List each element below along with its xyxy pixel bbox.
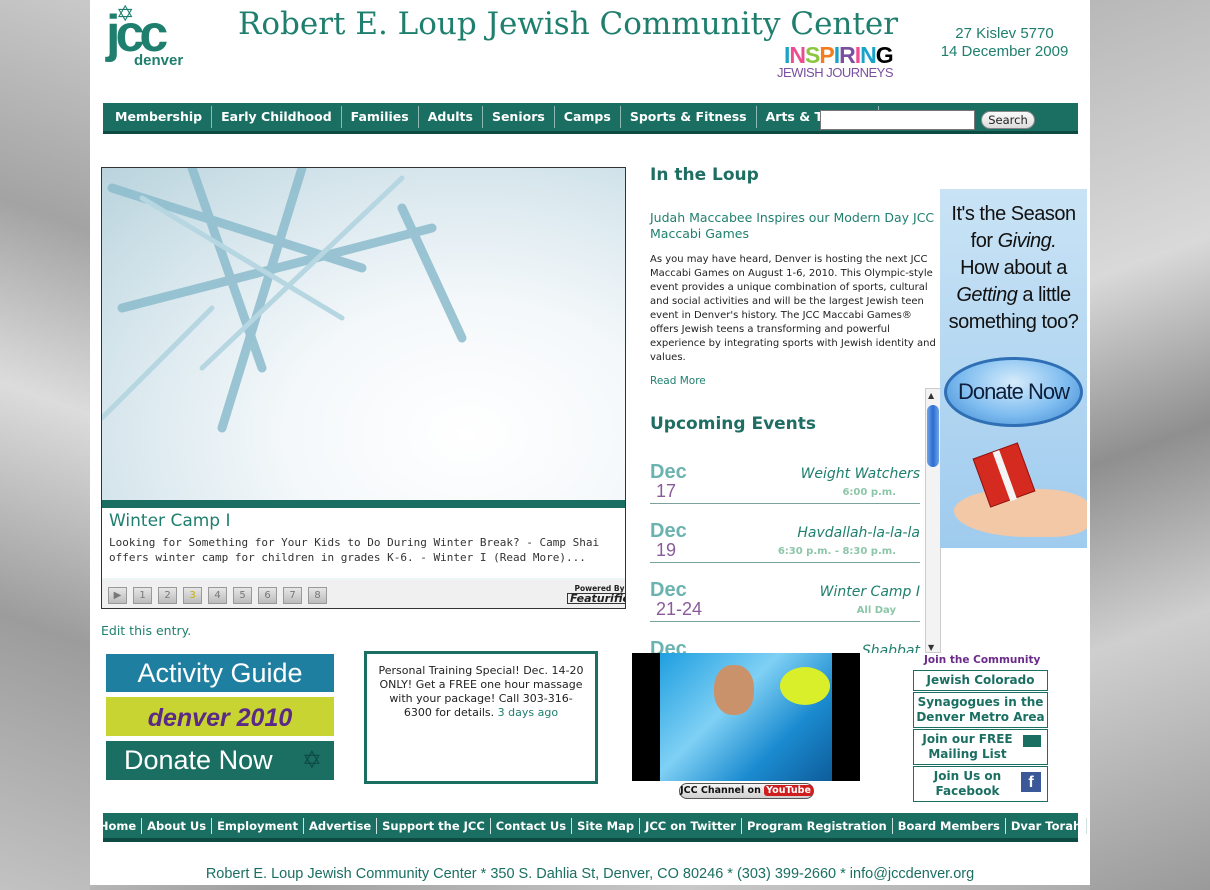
footer-link-registration[interactable]: Program Registration bbox=[742, 817, 893, 834]
envelope-icon bbox=[1023, 735, 1041, 747]
footer-link-contact[interactable]: Contact Us bbox=[491, 817, 573, 834]
slideshow-controls: ▶ 1 2 3 4 5 6 7 8 Powered By Featurific bbox=[102, 580, 625, 608]
loop-article-headline[interactable]: Judah Maccabee Inspires our Modern Day J… bbox=[650, 210, 940, 242]
star-of-david-icon: ✡ bbox=[301, 747, 322, 774]
event-time: 6:00 p.m. bbox=[842, 487, 896, 498]
footer-link-advertise[interactable]: Advertise bbox=[304, 817, 378, 834]
footer-link-home[interactable]: Home bbox=[94, 817, 143, 834]
events-scrollbar[interactable]: ▲ ▼ bbox=[925, 388, 941, 653]
slide-title-bar bbox=[102, 500, 625, 508]
footer-link-twitter[interactable]: JCC on Twitter bbox=[640, 817, 742, 834]
scroll-down-arrow-icon[interactable]: ▼ bbox=[928, 643, 934, 652]
event-name[interactable]: Havdallah-la-la-la bbox=[797, 525, 920, 541]
promo-age-link[interactable]: 3 days ago bbox=[498, 706, 558, 719]
ad-text: It's the Season for Giving. How about a … bbox=[948, 203, 1079, 333]
event-name[interactable]: Winter Camp I bbox=[820, 584, 920, 600]
footer-link-board[interactable]: Board Members bbox=[893, 817, 1006, 834]
event-day: 21-24 bbox=[656, 599, 703, 619]
jewish-colorado-link[interactable]: Jewish Colorado bbox=[913, 670, 1048, 691]
date-display: 27 Kislev 5770 14 December 2009 bbox=[932, 25, 1077, 61]
synagogues-link[interactable]: Synagogues in the Denver Metro Area bbox=[913, 692, 1048, 728]
footer-link-employment[interactable]: Employment bbox=[212, 817, 304, 834]
ad-donate-button[interactable]: Donate Now bbox=[944, 357, 1083, 427]
background-right bbox=[1090, 0, 1210, 890]
nav-item-membership[interactable]: Membership bbox=[106, 106, 213, 128]
nav-item-early-childhood[interactable]: Early Childhood bbox=[212, 106, 342, 128]
background-left bbox=[0, 0, 90, 890]
featured-slideshow: Winter Camp I Looking for Something for … bbox=[101, 167, 626, 609]
gregorian-date: 14 December 2009 bbox=[940, 43, 1069, 60]
snowflake-image bbox=[102, 168, 625, 500]
slide-page-button[interactable]: 8 bbox=[308, 587, 327, 604]
youtube-video-thumbnail[interactable] bbox=[632, 653, 860, 781]
scroll-up-arrow-icon[interactable]: ▲ bbox=[928, 391, 934, 400]
play-icon[interactable]: ▶ bbox=[108, 587, 127, 604]
tagline-jewish-journeys: JEWISH JOURNEYS bbox=[777, 65, 894, 80]
nav-item-camps[interactable]: Camps bbox=[555, 106, 621, 128]
jcc-logo[interactable]: ✡ jcc denver bbox=[106, 2, 206, 72]
event-name[interactable]: Shabbat bbox=[862, 643, 920, 653]
slide-description[interactable]: Looking for Something for Your Kids to D… bbox=[109, 535, 624, 565]
read-more-link[interactable]: Read More bbox=[650, 375, 706, 387]
nav-item-families[interactable]: Families bbox=[342, 106, 419, 128]
event-item[interactable]: Dec Shabbat bbox=[650, 638, 920, 653]
slide-caption: Winter Camp I Looking for Something for … bbox=[102, 508, 625, 578]
facebook-link[interactable]: Join Us on Facebook f bbox=[913, 766, 1048, 802]
footer-nav: Home About Us Employment Advertise Suppo… bbox=[99, 813, 1088, 842]
scrollbar-thumb[interactable] bbox=[927, 405, 939, 467]
slide-page-button[interactable]: 2 bbox=[158, 587, 177, 604]
mailing-list-link[interactable]: Join our FREE Mailing List bbox=[913, 729, 1048, 765]
footer-link-support[interactable]: Support the JCC bbox=[377, 817, 491, 834]
event-day: 17 bbox=[656, 481, 677, 501]
facebook-icon: f bbox=[1021, 772, 1041, 792]
footer-address: Robert E. Loup Jewish Community Center *… bbox=[205, 866, 975, 882]
search-input[interactable] bbox=[820, 110, 975, 130]
logo-subtext: denver bbox=[134, 52, 184, 69]
slide-page-button[interactable]: 1 bbox=[133, 587, 152, 604]
site-title: Robert E. Loup Jewish Community Center bbox=[238, 6, 899, 42]
footer-link-dvar-torah[interactable]: Dvar Torah bbox=[1006, 817, 1088, 834]
main-nav: Membership Early Childhood Families Adul… bbox=[103, 103, 1078, 134]
loop-article-body: As you may have heard, Denver is hosting… bbox=[650, 254, 936, 363]
event-item[interactable]: Dec 17 Weight Watchers 6:00 p.m. bbox=[650, 461, 920, 504]
slide-page-button[interactable]: 4 bbox=[208, 587, 227, 604]
join-community-heading: Join the Community bbox=[924, 654, 1041, 666]
nav-item-adults[interactable]: Adults bbox=[419, 106, 483, 128]
event-name[interactable]: Weight Watchers bbox=[801, 466, 920, 482]
edit-entry-link[interactable]: Edit this entry. bbox=[101, 623, 191, 638]
slide-page-button[interactable]: 7 bbox=[283, 587, 302, 604]
event-time: All Day bbox=[856, 605, 896, 616]
season-of-giving-ad[interactable]: It's the Season for Giving. How about a … bbox=[940, 189, 1087, 548]
event-item[interactable]: Dec 19 Havdallah-la-la-la 6:30 p.m. - 8:… bbox=[650, 520, 920, 563]
footer-link-site-map[interactable]: Site Map bbox=[572, 817, 641, 834]
upcoming-events-heading: Upcoming Events bbox=[650, 414, 817, 434]
slide-title[interactable]: Winter Camp I bbox=[109, 511, 231, 531]
activity-guide-button[interactable]: Activity Guide bbox=[106, 654, 334, 692]
search-button[interactable]: Search bbox=[981, 111, 1035, 129]
hebrew-date: 27 Kislev 5770 bbox=[955, 25, 1054, 42]
slide-page-button[interactable]: 5 bbox=[233, 587, 252, 604]
nav-item-seniors[interactable]: Seniors bbox=[483, 106, 555, 128]
in-the-loup-heading: In the Loup bbox=[650, 165, 759, 185]
tagline-inspiring: INSPIRING bbox=[784, 42, 894, 68]
denver-2010-maccabi-button[interactable]: denver 2010 bbox=[106, 697, 334, 736]
video-person-image bbox=[714, 665, 754, 715]
event-month: Dec bbox=[650, 638, 687, 653]
slide-page-button[interactable]: 6 bbox=[258, 587, 277, 604]
footer-link-about-us[interactable]: About Us bbox=[142, 817, 213, 834]
powered-by-featurific[interactable]: Powered By Featurific bbox=[567, 584, 625, 604]
event-day: 19 bbox=[656, 540, 677, 560]
page-container: ✡ jcc denver Robert E. Loup Jewish Commu… bbox=[90, 0, 1090, 885]
upcoming-events-panel: Upcoming Events Dec 17 Weight Watchers 6… bbox=[650, 388, 941, 653]
nav-item-sports-fitness[interactable]: Sports & Fitness bbox=[621, 106, 757, 128]
personal-training-promo: Personal Training Special! Dec. 14-20 ON… bbox=[364, 651, 598, 784]
jcc-youtube-channel-link[interactable]: JCC Channel on YouTube bbox=[679, 783, 814, 799]
event-time: 6:30 p.m. - 8:30 p.m. bbox=[777, 546, 896, 557]
event-item[interactable]: Dec 21-24 Winter Camp I All Day bbox=[650, 579, 920, 622]
video-child-hat-image bbox=[780, 667, 830, 705]
slide-page-button-active[interactable]: 3 bbox=[183, 587, 202, 604]
donate-now-button[interactable]: Donate Now ✡ bbox=[106, 741, 334, 780]
